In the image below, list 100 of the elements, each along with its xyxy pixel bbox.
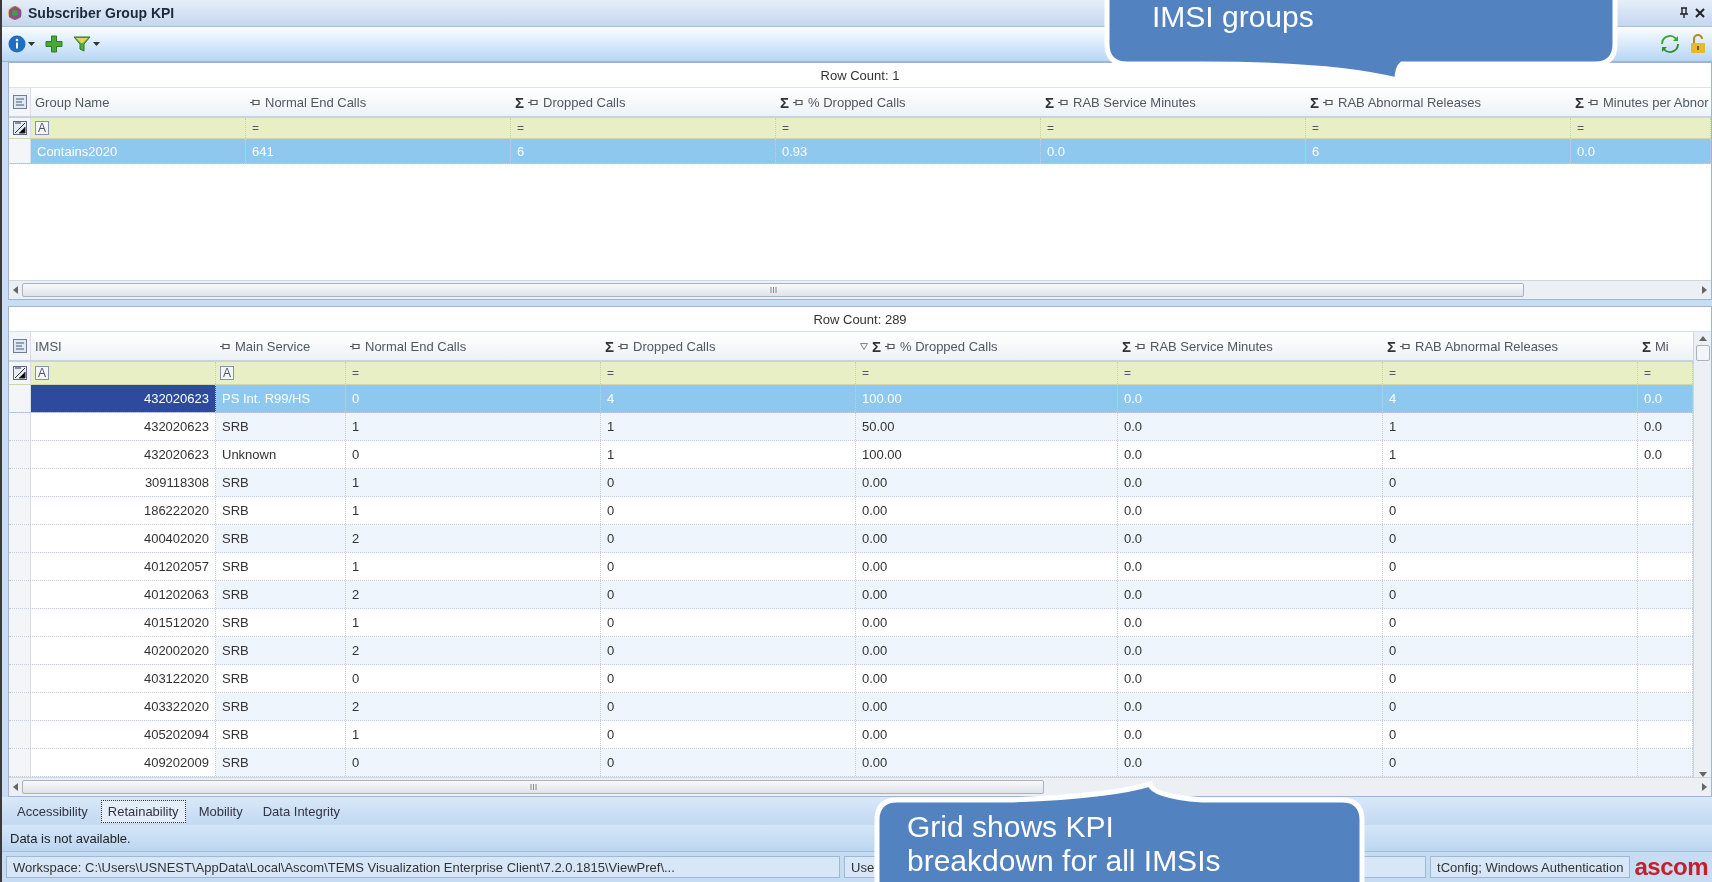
app-icon (6, 4, 24, 22)
grid-row[interactable]: 309118308 SRB 1 0 0.00 0.0 0 (9, 469, 1693, 497)
table-cell: 1 (346, 413, 601, 440)
grid-row[interactable]: 409202009 SRB 0 0 0.00 0.0 0 (9, 749, 1693, 777)
column-header[interactable]: Normal End Calls (346, 332, 601, 360)
table-cell: 0 (601, 469, 856, 496)
row-header[interactable] (9, 413, 31, 440)
column-chooser-icon[interactable] (12, 95, 27, 109)
table-cell: 0 (1383, 749, 1638, 776)
pin-icon (250, 97, 261, 107)
tab[interactable]: Data Integrity (255, 799, 348, 823)
row-header[interactable] (9, 721, 31, 748)
grid-row[interactable]: 403322020 SRB 2 0 0.00 0.0 0 (9, 693, 1693, 721)
column-header[interactable]: Σ RAB Abnormal Releases (1383, 332, 1638, 360)
column-header[interactable]: Σ Mi (1638, 332, 1693, 360)
scroll-left-icon[interactable] (13, 783, 18, 791)
column-header[interactable]: Σ RAB Abnormal Releases (1306, 88, 1571, 116)
row-header[interactable] (9, 553, 31, 580)
filter-operator[interactable]: = (1122, 367, 1133, 379)
column-header[interactable]: Σ RAB Service Minutes (1118, 332, 1383, 360)
table-cell: 0 (346, 385, 601, 412)
scroll-thumb[interactable] (22, 780, 1044, 794)
plus-icon (45, 35, 63, 53)
grid-row[interactable]: 401202063 SRB 2 0 0.00 0.0 0 (9, 581, 1693, 609)
scroll-right-icon[interactable] (1702, 286, 1707, 294)
filter-operator[interactable]: = (1575, 122, 1586, 134)
scroll-up-icon[interactable] (1698, 336, 1707, 341)
filter-operator[interactable]: = (515, 122, 526, 134)
grid-row[interactable]: 403122020 SRB 0 0 0.00 0.0 0 (9, 665, 1693, 693)
table-cell: 0 (601, 525, 856, 552)
row-header[interactable] (9, 581, 31, 608)
row-header[interactable] (9, 385, 31, 412)
toolbar-button[interactable] (8, 35, 35, 53)
table-cell: 0 (601, 665, 856, 692)
scroll-right-icon[interactable] (1702, 783, 1707, 791)
grid-row[interactable]: 401512020 SRB 1 0 0.00 0.0 0 (9, 609, 1693, 637)
table-cell: 0 (1383, 665, 1638, 692)
pin-icon[interactable] (1678, 7, 1690, 19)
row-header[interactable] (9, 469, 31, 496)
filter-operator[interactable]: = (350, 367, 361, 379)
column-header[interactable]: Main Service (216, 332, 346, 360)
row-header[interactable] (9, 441, 31, 468)
filter-operator[interactable]: = (1642, 367, 1653, 379)
column-header[interactable]: Group Name (31, 88, 246, 116)
column-header[interactable]: Σ Dropped Calls (511, 88, 776, 116)
grid-row[interactable]: 432020623 PS Int. R99/HS 0 4 100.00 0.0 4 0.0 (9, 385, 1693, 413)
scroll-thumb[interactable] (1695, 345, 1710, 361)
filter-operator[interactable]: = (1310, 122, 1321, 134)
row-header[interactable] (9, 665, 31, 692)
filter-operator[interactable]: = (605, 367, 616, 379)
column-header[interactable]: Σ Dropped Calls (601, 332, 856, 360)
filter-operator[interactable]: A (35, 121, 49, 135)
toolbar-button[interactable] (1690, 34, 1706, 54)
filter-operator[interactable]: A (35, 366, 49, 380)
table-cell: 0.0 (1118, 469, 1383, 496)
filter-clear-icon[interactable] (12, 366, 27, 380)
table-cell: 0.0 (1118, 665, 1383, 692)
scroll-thumb[interactable] (22, 283, 1524, 297)
grid-row[interactable]: 432020623 Unknown 0 1 100.00 0.0 1 0.0 (9, 441, 1693, 469)
grid-row[interactable]: 405202094 SRB 1 0 0.00 0.0 0 (9, 721, 1693, 749)
filter-operator[interactable]: = (1045, 122, 1056, 134)
row-header[interactable] (9, 525, 31, 552)
column-header[interactable]: Σ RAB Service Minutes (1041, 88, 1306, 116)
table-cell: 0.0 (1118, 721, 1383, 748)
filter-operator[interactable]: = (1387, 367, 1398, 379)
row-header[interactable] (9, 637, 31, 664)
table-cell: 409202009 (31, 749, 216, 776)
row-count: Row Count: 1 (820, 67, 900, 83)
tab[interactable]: Retainability (100, 799, 186, 823)
row-header[interactable] (9, 749, 31, 776)
grid-row[interactable]: 400402020 SRB 2 0 0.00 0.0 0 (9, 525, 1693, 553)
row-header[interactable] (9, 497, 31, 524)
row-header[interactable] (9, 693, 31, 720)
toolbar-button[interactable] (45, 35, 63, 53)
info-icon (8, 35, 26, 53)
tab[interactable]: Mobility (191, 799, 250, 823)
tab[interactable]: Accessibility (10, 799, 95, 823)
column-header[interactable]: IMSI (31, 332, 216, 360)
grid-row[interactable]: 432020623 SRB 1 1 50.00 0.0 1 0.0 (9, 413, 1693, 441)
table-cell: 0.00 (856, 749, 1118, 776)
row-header[interactable] (9, 609, 31, 636)
column-header[interactable]: Normal End Calls (246, 88, 511, 116)
filter-clear-icon[interactable] (12, 121, 27, 135)
filter-operator[interactable]: A (220, 366, 234, 380)
grid-row[interactable]: 402002020 SRB 2 0 0.00 0.0 0 (9, 637, 1693, 665)
column-header[interactable]: Σ % Dropped Calls (856, 332, 1118, 360)
table-cell: 0 (601, 749, 856, 776)
filter-operator[interactable]: = (780, 122, 791, 134)
filter-operator[interactable]: = (860, 367, 871, 379)
filter-operator[interactable]: = (250, 122, 261, 134)
column-chooser-icon[interactable] (12, 339, 27, 353)
table-cell: 0.0 (1571, 139, 1711, 163)
column-header[interactable]: Σ Minutes per Abnor (1571, 88, 1711, 116)
grid-row[interactable]: 186222020 SRB 1 0 0.00 0.0 0 (9, 497, 1693, 525)
grid-row[interactable]: 401202057 SRB 1 0 0.00 0.0 0 (9, 553, 1693, 581)
column-header[interactable]: Σ % Dropped Calls (776, 88, 1041, 116)
toolbar-button[interactable] (1660, 34, 1680, 54)
close-icon[interactable] (1694, 7, 1706, 19)
scroll-left-icon[interactable] (13, 286, 18, 294)
toolbar-button[interactable] (73, 35, 100, 53)
